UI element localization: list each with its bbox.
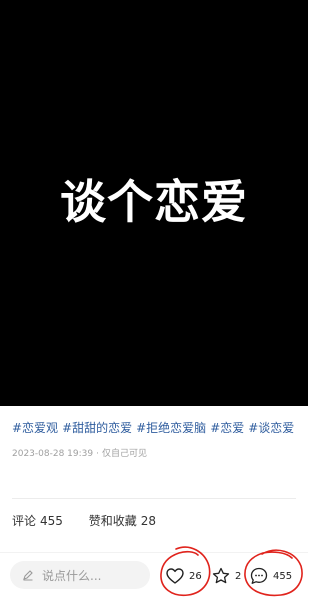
visibility-label: 仅自己可见	[101, 449, 147, 459]
comment-button[interactable]: 455	[249, 565, 292, 587]
comment-count: 455	[273, 570, 293, 582]
hashtag-item[interactable]: #谈恋爱	[248, 421, 294, 435]
hashtag-item[interactable]: #恋爱观	[12, 421, 58, 435]
comment-input-placeholder: 说点什么...	[42, 568, 102, 583]
hashtag-item[interactable]: #恋爱	[210, 421, 244, 435]
post-detail-page: 谈个恋爱 #恋爱观 #甜甜的恋爱 #拒绝恋爱脑 #恋爱 #谈恋爱 2023-08-28 …	[0, 0, 308, 599]
post-content: #恋爱观 #甜甜的恋爱 #拒绝恋爱脑 #恋爱 #谈恋爱 2023-08-28 19:39…	[12, 420, 300, 461]
hashtag-list: #恋爱观 #甜甜的恋爱 #拒绝恋爱脑 #恋爱 #谈恋爱	[12, 420, 300, 437]
heart-icon	[166, 568, 184, 584]
like-count: 26	[189, 570, 202, 582]
tab-comments[interactable]: 评论 455	[12, 514, 63, 528]
hashtag-item[interactable]: #拒绝恋爱脑	[136, 421, 206, 435]
post-meta: 2023-08-28 19:39 · 仅自己可见	[12, 447, 300, 461]
comment-input[interactable]: 说点什么...	[10, 561, 150, 589]
meta-separator: ·	[96, 449, 99, 459]
divider	[12, 498, 296, 499]
tab-likes-label: 赞和收藏	[88, 514, 137, 528]
cover-title: 谈个恋爱	[60, 175, 248, 229]
collect-count: 2	[235, 570, 242, 582]
like-button[interactable]: 26	[165, 565, 202, 587]
comment-bubble-icon	[250, 567, 268, 584]
interaction-tabs: 评论 455 赞和收藏 28	[12, 512, 178, 529]
tab-comments-count: 455	[40, 514, 63, 528]
star-icon	[212, 567, 230, 584]
collect-button[interactable]: 2	[211, 565, 241, 587]
hashtag-item[interactable]: #甜甜的恋爱	[62, 421, 132, 435]
post-date: 2023-08-28 19:39	[12, 449, 94, 459]
pen-icon	[20, 567, 36, 583]
cover-image[interactable]: 谈个恋爱	[0, 0, 308, 406]
tab-likes-count: 28	[140, 514, 157, 528]
tab-comments-label: 评论	[12, 514, 37, 528]
bottom-action-bar: 说点什么... 26 2 455	[0, 552, 308, 599]
tab-likes-collects[interactable]: 赞和收藏 28	[89, 514, 156, 528]
